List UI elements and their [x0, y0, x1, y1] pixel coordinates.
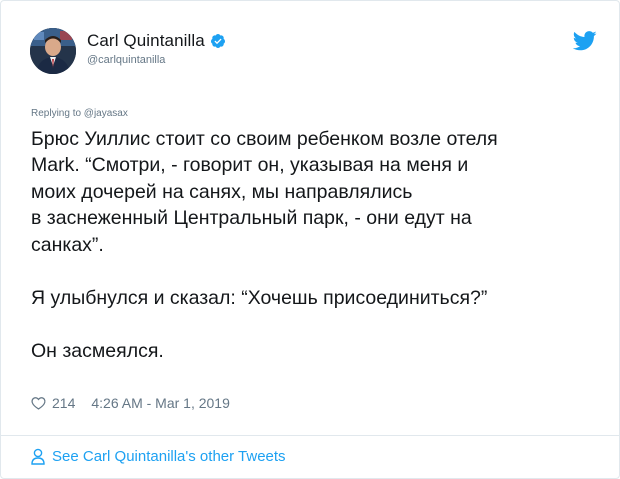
- tweet-line: в заснеженный Центральный парк, - они ед…: [31, 207, 472, 230]
- display-name[interactable]: Carl Quintanilla: [87, 31, 205, 51]
- verified-badge-icon: [210, 33, 226, 49]
- heart-outline-icon[interactable]: [31, 396, 46, 410]
- tweet-paragraph-2: Я улыбнулся и сказал: “Хочешь присоедини…: [31, 287, 488, 310]
- reply-context: Replying to @jayasax: [31, 108, 128, 119]
- see-more-label[interactable]: See Carl Quintanilla's other Tweets: [52, 448, 286, 465]
- tweet-card: Carl Quintanilla @carlquintanilla Replyi…: [0, 0, 620, 479]
- display-name-row: Carl Quintanilla: [87, 31, 226, 51]
- like-count[interactable]: 214: [52, 395, 75, 411]
- person-outline-icon: [31, 448, 45, 465]
- tweet-timestamp[interactable]: 4:26 AM - Mar 1, 2019: [91, 395, 230, 411]
- user-handle[interactable]: @carlquintanilla: [87, 54, 165, 66]
- divider: [1, 435, 619, 436]
- tweet-line: Mark. “Смотри, - говорит он, указывая на…: [31, 154, 469, 177]
- tweet-line: Брюс Уиллис стоит со своим ребенком возл…: [31, 128, 498, 150]
- tweet-line: моих дочерей на санях, мы направлялись: [31, 180, 413, 203]
- avatar[interactable]: [30, 28, 76, 74]
- see-more-tweets-link[interactable]: See Carl Quintanilla's other Tweets: [31, 448, 286, 465]
- tweet-meta: 214 4:26 AM - Mar 1, 2019: [31, 395, 230, 411]
- twitter-bird-icon[interactable]: [572, 31, 597, 51]
- tweet-paragraph-3: Он засмеялся.: [31, 340, 164, 363]
- tweet-text: Брюс Уиллис стоит со своим ребенком возл…: [31, 126, 591, 365]
- tweet-line: санках”.: [31, 233, 104, 256]
- avatar-photo: [30, 28, 76, 74]
- tweet-header: Carl Quintanilla @carlquintanilla: [1, 1, 619, 91]
